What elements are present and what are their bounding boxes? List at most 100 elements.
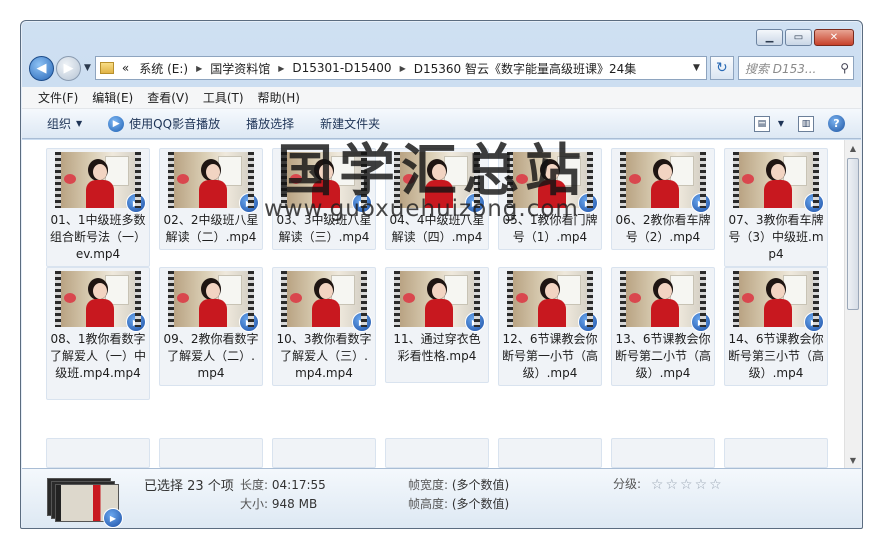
video-thumbnail: ▶	[168, 152, 259, 213]
details-pane: ▶ 已选择 23 个项 长度: 04:17:55 大小: 948 MB 帧宽度:…	[22, 468, 861, 528]
explorer-window: ▁ ▭ ✕ ◀ ▶ ▼ « 系统 (E:) ▶ 国学资料馆 ▶ D15301-D15…	[20, 20, 863, 529]
size-value: 948 MB	[271, 497, 318, 511]
minimize-button[interactable]: ▁	[756, 29, 783, 46]
file-item[interactable]: ▶ 07、3教你看车牌号（3）中级班.mp4	[724, 148, 828, 267]
file-item[interactable]: ▶ 01、1中级班多数组合断号法（一）ev.mp4	[46, 148, 150, 267]
breadcrumb-separator-icon[interactable]: ▶	[278, 64, 284, 73]
star-icon[interactable]: ☆	[680, 477, 693, 493]
file-name: 11、通过穿衣色彩看性格.mp4	[393, 332, 481, 363]
star-icon[interactable]: ☆	[709, 477, 722, 493]
video-thumbnail: ▶	[733, 271, 824, 332]
folder-icon	[99, 62, 114, 74]
file-item[interactable]	[272, 438, 376, 468]
organize-button[interactable]: 组织 ▼	[47, 115, 82, 132]
file-name: 14、6节课教会你断号第三小节（高级）.mp4	[727, 332, 824, 380]
address-overflow-chevron[interactable]: «	[122, 61, 129, 75]
file-item[interactable]	[724, 438, 828, 468]
play-selection-label: 播放选择	[246, 117, 295, 131]
breadcrumb-drive[interactable]: 系统 (E:)	[139, 60, 188, 77]
file-name: 06、2教你看车牌号（2）.mp4	[615, 213, 711, 244]
breadcrumb-separator-icon[interactable]: ▶	[400, 64, 406, 73]
file-item[interactable]: ▶ 06、2教你看车牌号（2）.mp4	[611, 148, 715, 250]
help-icon[interactable]: ?	[828, 115, 845, 132]
file-name: 01、1中级班多数组合断号法（一）ev.mp4	[49, 213, 146, 261]
qq-player-icon: ▶	[578, 312, 598, 332]
qq-player-icon: ▶	[465, 312, 485, 332]
menu-bar: 文件(F) 编辑(E) 查看(V) 工具(T) 帮助(H)	[22, 87, 861, 109]
file-item[interactable]: ▶ 08、1教你看数字了解爱人（一）中级班.mp4.mp4	[46, 267, 150, 400]
file-item[interactable]: ▶ 14、6节课教会你断号第三小节（高级）.mp4	[724, 267, 828, 386]
file-name: 04、4中级班八星解读（四）.mp4	[389, 213, 485, 244]
organize-label: 组织	[47, 117, 72, 131]
address-history-dropdown[interactable]: ▼	[693, 63, 700, 73]
menu-help[interactable]: 帮助(H)	[258, 89, 300, 106]
file-item[interactable]: ▶ 03、3中级班八星解读（三）.mp4	[272, 148, 376, 250]
video-thumbnail: ▶	[620, 271, 711, 332]
recent-pages-dropdown[interactable]: ▼	[84, 63, 91, 73]
qq-player-icon: ▶	[239, 312, 259, 332]
scroll-up-icon[interactable]: ▲	[845, 140, 861, 156]
chevron-down-icon: ▼	[76, 119, 83, 128]
breadcrumb-current-folder[interactable]: D15360 智云《数字能量高级班课》24集	[414, 60, 637, 77]
play-selection-button[interactable]: 播放选择	[246, 115, 294, 132]
video-thumbnail: ▶	[55, 271, 146, 332]
forward-button[interactable]: ▶	[56, 55, 81, 81]
video-thumbnail: ▶	[281, 271, 372, 332]
file-name: 02、2中级班八星解读（二）.mp4	[163, 213, 259, 244]
preview-pane-icon[interactable]: ▥	[798, 115, 814, 132]
file-item[interactable]	[385, 438, 489, 468]
length-label: 长度:	[240, 478, 269, 492]
qq-player-icon: ▶	[352, 312, 372, 332]
file-item[interactable]	[498, 438, 602, 468]
file-item[interactable]	[159, 438, 263, 468]
file-item[interactable]: ▶ 11、通过穿衣色彩看性格.mp4	[385, 267, 489, 383]
maximize-button[interactable]: ▭	[785, 29, 812, 46]
file-name: 09、2教你看数字了解爱人（二）.mp4	[163, 332, 259, 380]
menu-tools[interactable]: 工具(T)	[203, 89, 244, 106]
menu-edit[interactable]: 编辑(E)	[92, 89, 133, 106]
star-icon[interactable]: ☆	[665, 477, 678, 493]
star-icon[interactable]: ☆	[695, 477, 708, 493]
video-thumbnail: ▶	[507, 152, 598, 213]
video-thumbnail: ▶	[620, 152, 711, 213]
back-button[interactable]: ◀	[29, 55, 54, 81]
file-item[interactable]	[611, 438, 715, 468]
breadcrumb-folder-range[interactable]: D15301-D15400	[292, 61, 391, 75]
qq-player-icon: ▶	[804, 193, 824, 213]
breadcrumb-separator-icon[interactable]: ▶	[196, 64, 202, 73]
video-thumbnail: ▶	[507, 271, 598, 332]
menu-file[interactable]: 文件(F)	[38, 89, 78, 106]
rating-stars[interactable]: ☆ ☆ ☆ ☆ ☆	[651, 477, 722, 493]
scroll-down-icon[interactable]: ▼	[845, 452, 861, 468]
file-item[interactable]: ▶ 12、6节课教会你断号第一小节（高级）.mp4	[498, 267, 602, 386]
menu-view[interactable]: 查看(V)	[147, 89, 189, 106]
new-folder-button[interactable]: 新建文件夹	[320, 115, 380, 132]
file-name: 10、3教你看数字了解爱人（三）.mp4.mp4	[276, 332, 372, 380]
play-with-qq-button[interactable]: ▶ 使用QQ影音播放	[108, 115, 220, 132]
vertical-scrollbar[interactable]: ▲ ▼	[844, 140, 861, 468]
address-bar[interactable]: « 系统 (E:) ▶ 国学资料馆 ▶ D15301-D15400 ▶ D15360 …	[94, 56, 707, 80]
file-item[interactable]: ▶ 13、6节课教会你断号第二小节（高级）.mp4	[611, 267, 715, 386]
qq-player-icon: ▶	[691, 312, 711, 332]
play-with-qq-label: 使用QQ影音播放	[129, 117, 221, 131]
file-item[interactable]: ▶ 04、4中级班八星解读（四）.mp4	[385, 148, 489, 250]
search-box[interactable]: 搜索 D153... ⚲	[737, 56, 854, 80]
file-item[interactable]: ▶ 09、2教你看数字了解爱人（二）.mp4	[159, 267, 263, 386]
video-thumbnail: ▶	[168, 271, 259, 332]
breadcrumb-folder-guoxue[interactable]: 国学资料馆	[210, 60, 270, 77]
qq-player-icon: ▶	[126, 193, 146, 213]
view-icon: ▤	[753, 115, 770, 132]
file-item[interactable]	[46, 438, 150, 468]
file-item[interactable]: ▶ 05、1教你看门牌号（1）.mp4	[498, 148, 602, 250]
scroll-thumb[interactable]	[847, 158, 859, 310]
refresh-button[interactable]: ↻	[709, 56, 734, 80]
size-label: 大小:	[240, 497, 269, 511]
file-item[interactable]: ▶ 02、2中级班八星解读（二）.mp4	[159, 148, 263, 250]
video-thumbnail: ▶	[394, 271, 485, 332]
change-view-button[interactable]: ▤ ▼	[753, 115, 784, 132]
star-icon[interactable]: ☆	[651, 477, 664, 493]
file-list: ▶ 01、1中级班多数组合断号法（一）ev.mp4 ▶ 02、2中级班八星解读（二）.…	[22, 140, 844, 468]
close-button[interactable]: ✕	[814, 29, 854, 46]
view-controls: ▤ ▼ ▥ ?	[753, 115, 845, 132]
file-item[interactable]: ▶ 10、3教你看数字了解爱人（三）.mp4.mp4	[272, 267, 376, 386]
